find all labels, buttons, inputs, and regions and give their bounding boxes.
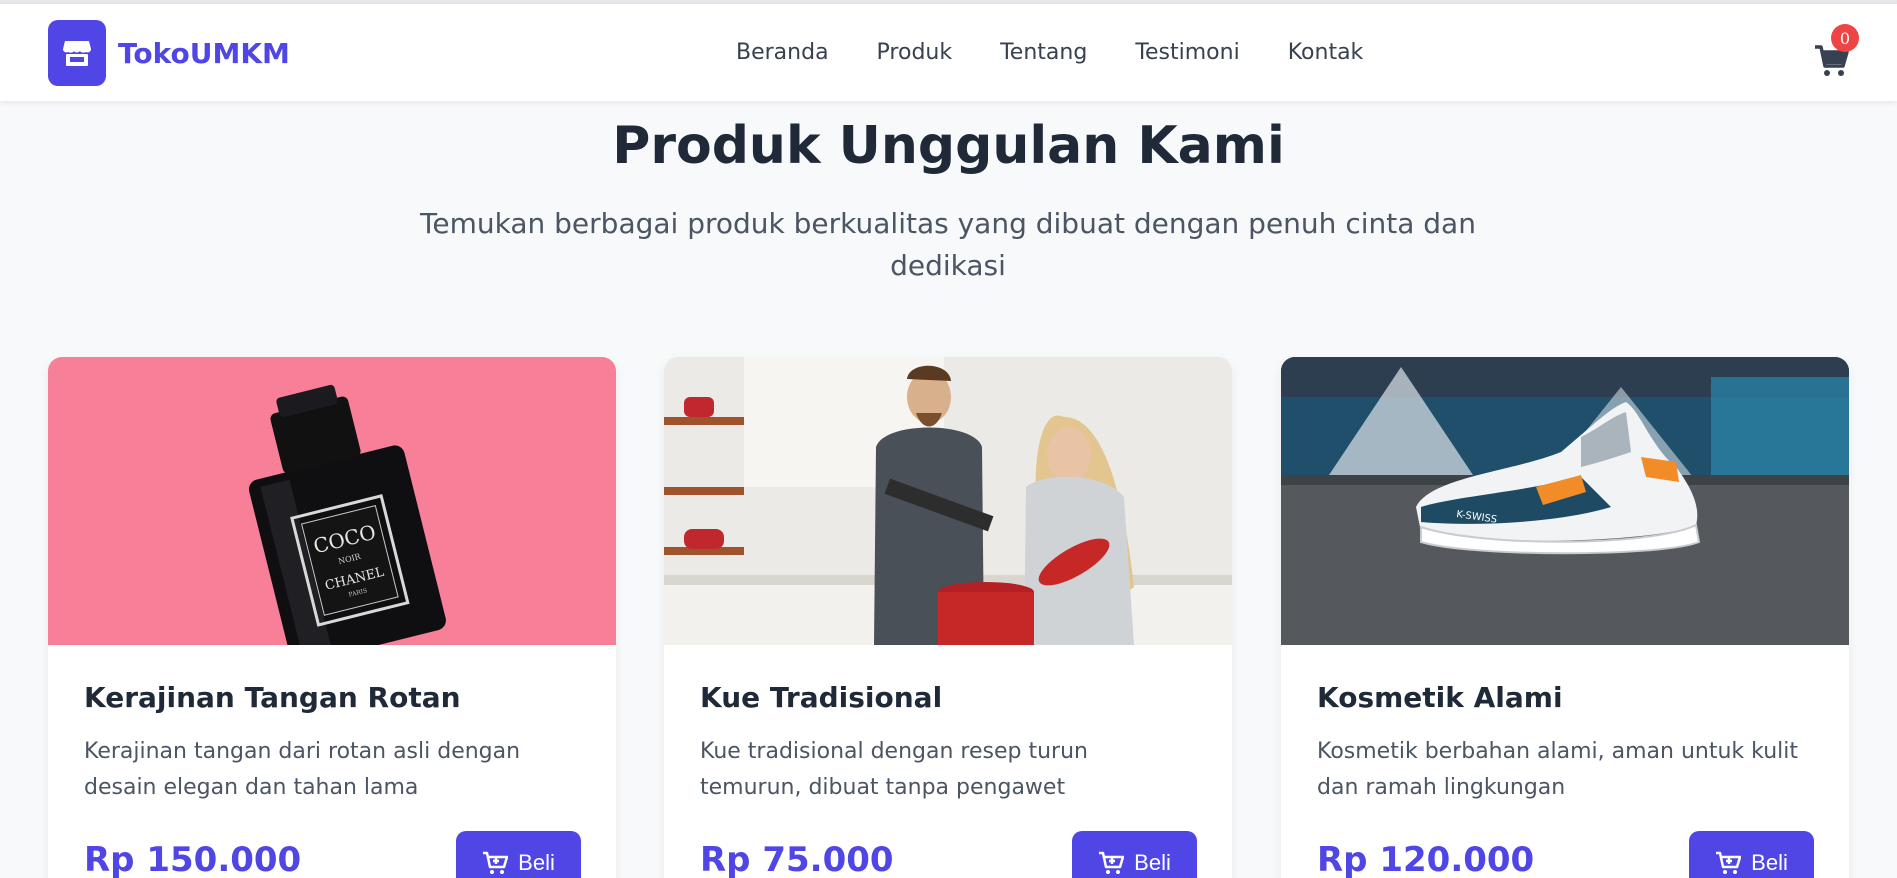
product-description: Kosmetik berbahan alami, aman untuk kuli… <box>1317 739 1799 800</box>
buy-button[interactable]: Beli <box>1689 831 1814 878</box>
product-card: K-SWISS Kosmetik Alami Kosmetik berbahan… <box>1281 357 1849 878</box>
cart-plus-icon <box>483 851 509 874</box>
store-icon <box>48 20 106 86</box>
buy-button[interactable]: Beli <box>1072 831 1197 878</box>
product-card: COCO NOIR CHANEL PARIS Kerajinan Tangan … <box>48 357 616 878</box>
buy-button[interactable]: Beli <box>456 831 581 878</box>
nav-item-beranda[interactable]: Beranda <box>736 40 829 65</box>
product-image-sneaker: K-SWISS <box>1281 357 1849 645</box>
cart-button[interactable]: 0 <box>1813 24 1859 78</box>
nav-item-produk[interactable]: Produk <box>877 40 953 65</box>
product-price: Rp 150.000 <box>84 840 302 878</box>
cart-plus-icon <box>1716 851 1742 874</box>
product-title: Kosmetik Alami <box>1317 681 1563 714</box>
cart-plus-icon <box>1099 851 1125 874</box>
brand-name: TokoUMKM <box>118 36 290 70</box>
buy-button-label: Beli <box>518 850 555 875</box>
product-description: Kerajinan tangan dari rotan asli dengan … <box>84 739 521 800</box>
buy-button-label: Beli <box>1751 850 1788 875</box>
product-image-kitchen <box>664 357 1232 645</box>
brand-logo[interactable]: TokoUMKM <box>48 20 290 86</box>
product-title: Kue Tradisional <box>700 681 943 714</box>
product-description: Kue tradisional dengan resep turun temur… <box>700 739 1088 800</box>
product-price: Rp 75.000 <box>700 840 894 878</box>
site-header: TokoUMKM Beranda Produk Tentang Testimon… <box>0 4 1897 101</box>
product-title: Kerajinan Tangan Rotan <box>84 681 461 714</box>
main-nav: Beranda Produk Tentang Testimoni Kontak <box>736 40 1411 65</box>
nav-item-testimoni[interactable]: Testimoni <box>1135 40 1239 65</box>
product-image-perfume: COCO NOIR CHANEL PARIS <box>48 357 616 645</box>
nav-item-tentang[interactable]: Tentang <box>1000 40 1087 65</box>
product-price: Rp 120.000 <box>1317 840 1535 878</box>
buy-button-label: Beli <box>1134 850 1171 875</box>
section-subtitle: Temukan berbagai produk berkualitas yang… <box>420 207 1476 282</box>
section-title: Produk Unggulan Kami <box>612 116 1285 176</box>
cart-count-badge: 0 <box>1831 24 1859 52</box>
product-card: Kue Tradisional Kue tradisional dengan r… <box>664 357 1232 878</box>
nav-item-kontak[interactable]: Kontak <box>1288 40 1364 65</box>
